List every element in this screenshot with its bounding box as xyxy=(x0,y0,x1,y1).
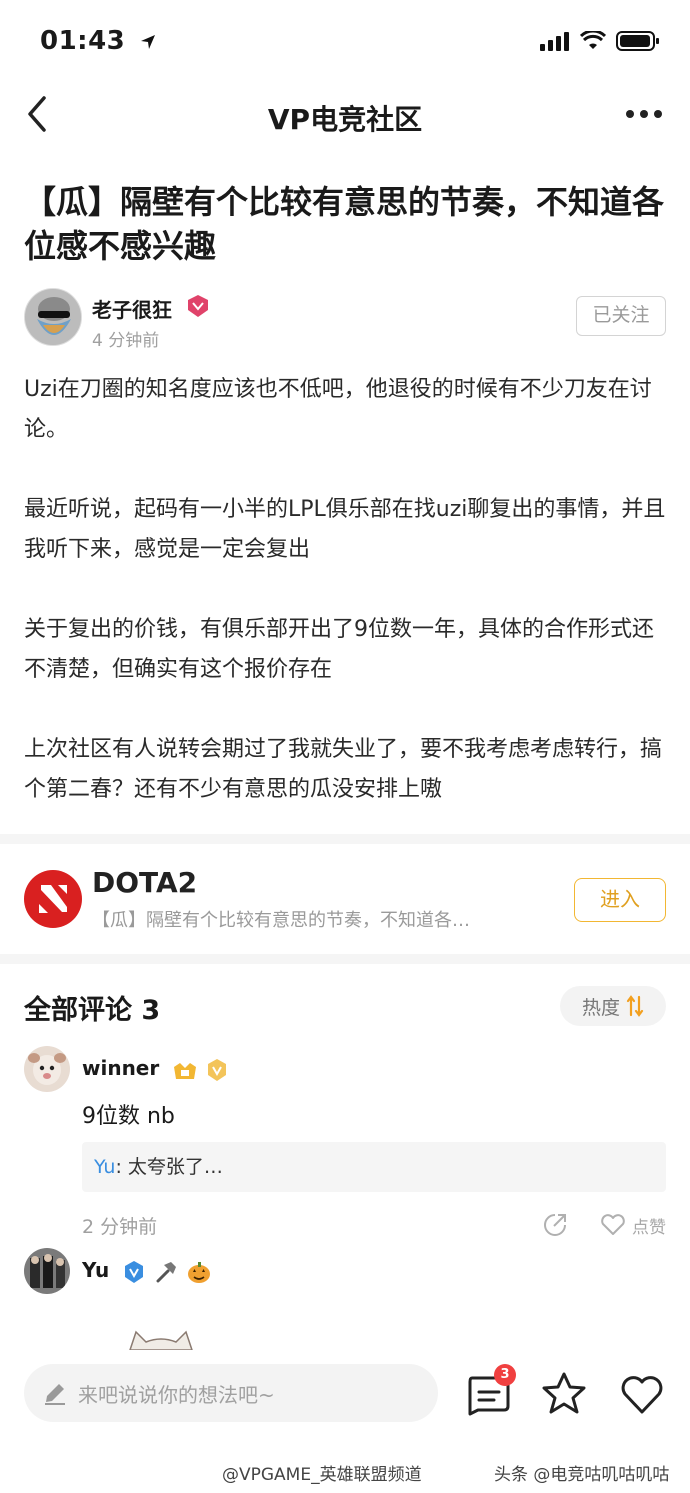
battery-icon xyxy=(616,31,659,51)
post-paragraph: 最近听说，起码有一小半的LPL俱乐部在找uzi聊复出的事情，并且我听下来，感觉是… xyxy=(24,497,666,562)
reply-preview[interactable]: Yu: 太夸张了… xyxy=(82,1142,666,1192)
post-title: 【瓜】隔壁有个比较有意思的节奏，不知道各位感不感兴趣 xyxy=(24,183,665,265)
author-name[interactable]: 老子很狂 xyxy=(92,294,172,323)
commenter-name-text: winner xyxy=(82,1056,160,1080)
more-dot-icon xyxy=(626,110,634,118)
pumpkin-icon xyxy=(188,1261,211,1283)
author-avatar[interactable] xyxy=(24,288,82,346)
comment-input[interactable]: 来吧说说你的想法吧~ xyxy=(24,1364,438,1422)
like-button[interactable]: 点赞 xyxy=(600,1213,666,1238)
cat-sticker-image xyxy=(129,1330,193,1350)
comment-item: winner 9位数 nb Yu: 太夸张了… 2 分钟前 点赞 xyxy=(24,1046,666,1246)
comment-item: Yu xyxy=(24,1248,666,1350)
community-name: DOTA2 xyxy=(92,866,198,899)
heart-icon xyxy=(601,1214,625,1235)
section-divider xyxy=(0,954,690,964)
post-time: 4 分钟前 xyxy=(92,331,160,351)
follow-button[interactable]: 已关注 xyxy=(576,296,666,336)
avatar-image xyxy=(24,1248,70,1294)
post-body: Uzi在刀圈的知名度应该也不低吧，他退役的时候有不少刀友在讨论。 最近听说，起码… xyxy=(24,370,666,850)
post-paragraph: Uzi在刀圈的知名度应该也不低吧，他退役的时候有不少刀友在讨论。 xyxy=(24,377,652,442)
vip-badge-icon xyxy=(188,295,208,317)
wifi-icon xyxy=(580,31,606,49)
hammer-icon xyxy=(156,1261,177,1282)
section-divider xyxy=(0,834,690,844)
comment-count-badge: 3 xyxy=(494,1364,516,1386)
avatar-image xyxy=(24,1046,70,1092)
page-title: VP电竞社区 xyxy=(267,103,423,136)
community-subtitle: 【瓜】隔壁有个比较有意思的节奏，不知道各… xyxy=(92,910,470,931)
commenter-name[interactable]: winner xyxy=(82,1056,229,1082)
comment-actions: 点赞 xyxy=(542,1212,666,1238)
verified-blue-badge-icon xyxy=(125,1260,144,1283)
comments-header: 全部评论 3 热度 xyxy=(24,986,666,1030)
commenter-avatar[interactable] xyxy=(24,1046,70,1092)
post-paragraph: 关于复出的价钱，有俱乐部开出了9位数一年，具体的合作形式还不清楚，但确实有这个报… xyxy=(24,617,654,682)
avatar-image xyxy=(25,289,81,345)
status-time-text: 01:43 xyxy=(40,26,126,56)
comment-input-placeholder: 来吧说说你的想法吧~ xyxy=(78,1382,275,1407)
community-card[interactable]: DOTA2 【瓜】隔壁有个比较有意思的节奏，不知道各… 进入 xyxy=(24,864,666,938)
heart-like-icon[interactable] xyxy=(618,1370,666,1418)
commenter-avatar[interactable] xyxy=(24,1248,70,1294)
commenter-name-text: Yu xyxy=(82,1258,110,1282)
author-row: 老子很狂 4 分钟前 已关注 xyxy=(24,286,666,351)
reply-user[interactable]: Yu xyxy=(94,1156,115,1178)
nav-bar: VP电竞社区 xyxy=(0,84,690,154)
signal-icon xyxy=(540,32,569,51)
verified-badge-icon xyxy=(208,1058,227,1081)
more-dot-icon xyxy=(640,110,648,118)
comment-time: 2 分钟前 xyxy=(82,1216,158,1238)
more-button[interactable] xyxy=(626,110,662,118)
bottom-bar: 来吧说说你的想法吧~ 3 xyxy=(0,1350,690,1440)
enter-community-button[interactable]: 进入 xyxy=(574,878,666,922)
status-bar: 01:43 xyxy=(0,0,690,84)
dota2-logo-graphic xyxy=(39,885,67,913)
like-label: 点赞 xyxy=(632,1217,666,1238)
watermark-right: 头条 @电竞咕叽咕叽咕 xyxy=(494,1465,670,1485)
sort-arrows-icon xyxy=(626,995,644,1017)
comments-title: 全部评论 3 xyxy=(24,995,161,1026)
location-arrow-icon xyxy=(140,34,155,49)
post-paragraph: 上次社区有人说转会期过了我就失业了，要不我考虑考虑转行，搞个第二春？还有不少有意… xyxy=(24,737,663,802)
share-icon[interactable] xyxy=(542,1212,568,1238)
level-badge-icon xyxy=(174,1062,197,1079)
sort-label: 热度 xyxy=(581,996,620,1019)
dota2-logo-icon xyxy=(24,870,82,928)
reply-text: : 太夸张了… xyxy=(115,1156,223,1178)
sort-toggle[interactable]: 热度 xyxy=(560,986,666,1026)
more-dot-icon xyxy=(654,110,662,118)
watermark-left: @VPGAME_英雄联盟频道 xyxy=(222,1465,422,1485)
comment-text: 9位数 nb xyxy=(82,1104,175,1129)
star-icon[interactable] xyxy=(540,1370,588,1418)
commenter-name[interactable]: Yu xyxy=(82,1258,212,1285)
pencil-icon xyxy=(45,1384,65,1405)
status-indicators xyxy=(540,30,660,52)
status-time: 01:43 xyxy=(40,26,157,56)
